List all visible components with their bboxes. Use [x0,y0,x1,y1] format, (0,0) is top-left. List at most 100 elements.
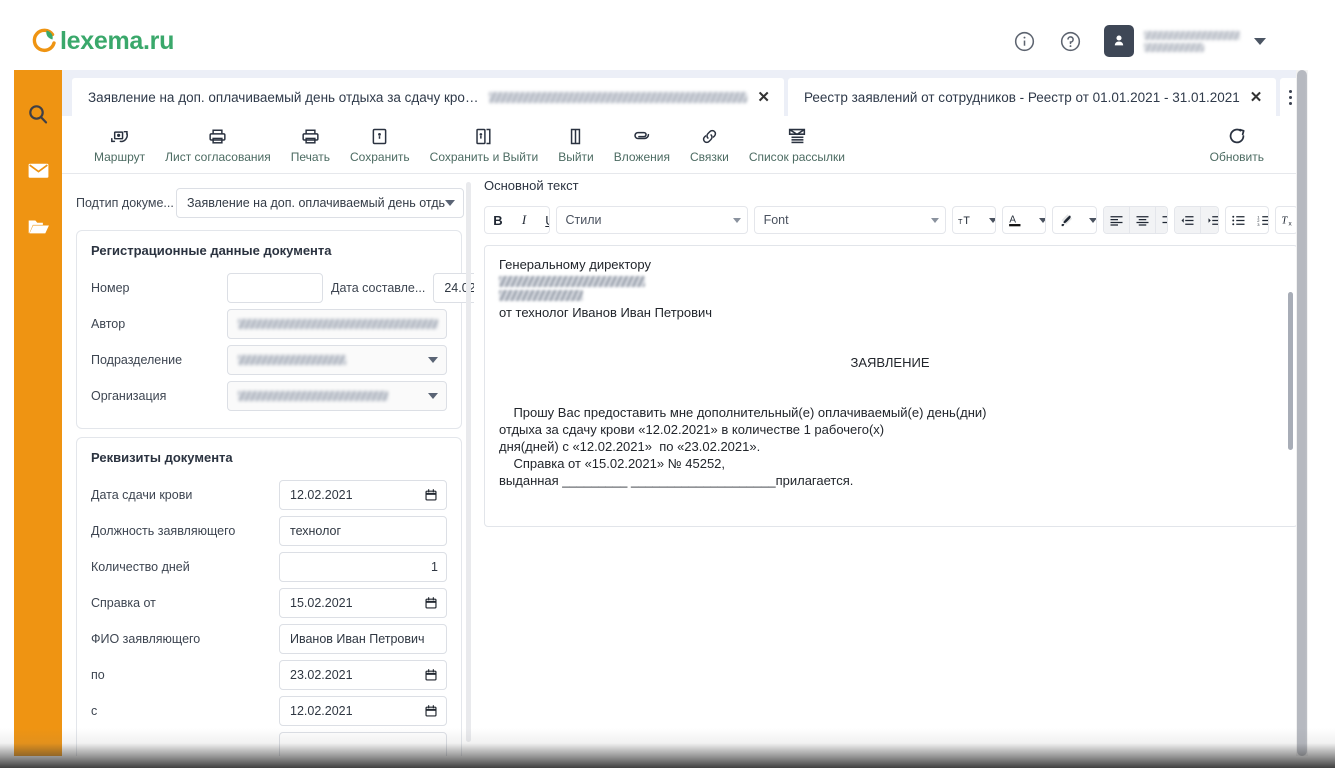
calendar-icon[interactable] [424,668,438,682]
editor-title: Основной текст [484,178,579,193]
font-dropdown[interactable]: Font [753,206,946,234]
toolbar-approval-sheet-button[interactable]: Лист согласования [155,125,281,164]
date-to-input[interactable]: 23.02.2021 [279,660,447,690]
position-label: Должность заявляющего [91,524,236,538]
chevron-down-icon [732,217,741,223]
text-editor-pane: Основной текст B I U Стили Font [474,174,1308,756]
sidebar-item-documents[interactable] [14,198,62,254]
toolbar-links-button[interactable]: Связки [680,125,739,164]
page-scrollbar-thumb[interactable] [1297,70,1307,756]
mail-icon [28,163,48,178]
text-color-caret-icon[interactable] [1029,207,1046,233]
text-color-group[interactable]: A [1001,206,1047,234]
toolbar-mailing-list-button[interactable]: Список рассылки [739,125,855,164]
avatar[interactable] [1104,25,1134,57]
date-from-row: с 12.02.2021 [91,693,447,729]
form-pane-scrollbar[interactable] [466,182,471,742]
date-from-input[interactable]: 12.02.2021 [279,696,447,726]
next-row-input[interactable] [279,732,447,756]
highlight-color-caret-icon[interactable] [1079,207,1096,233]
printer-icon [207,125,228,147]
tab-zayavlenie[interactable]: Заявление на доп. оплачиваемый день отды… [72,78,784,116]
calendar-icon[interactable] [424,704,438,718]
department-select[interactable] [227,345,447,375]
clear-formatting-icon[interactable]: T x [1276,207,1297,233]
date-to-value: 23.02.2021 [290,668,353,682]
sidebar-item-mail[interactable] [14,142,62,198]
author-input[interactable] [227,309,447,339]
applicant-name-value: Иванов Иван Петрович [290,632,425,646]
mail-list-icon [786,125,808,147]
text-color-icon[interactable]: A [1003,207,1029,233]
exit-door-icon [565,125,586,147]
chevron-down-icon [428,393,438,399]
font-size-icon[interactable]: T T [953,207,979,233]
toolbar-exit-button[interactable]: Выйти [548,125,604,164]
position-input[interactable]: технолог [279,516,447,546]
styles-dropdown[interactable]: Стили [555,206,748,234]
next-row-partial [91,729,447,756]
highlight-color-icon[interactable] [1053,207,1079,233]
calendar-icon[interactable] [424,596,438,610]
requisites-title: Реквизиты документа [91,450,233,465]
date-from-value: 12.02.2021 [290,704,353,718]
bullet-list-icon[interactable] [1226,207,1252,233]
italic-button[interactable]: I [511,207,537,233]
days-count-input[interactable]: 1 [279,552,447,582]
organization-select[interactable] [227,381,447,411]
underline-button[interactable]: U [537,207,548,233]
app-header: lexema.ru [14,12,1308,70]
toolbar-print-button[interactable]: Печать [281,125,340,164]
indent-icon[interactable] [1201,207,1218,233]
chevron-down-icon [445,200,455,206]
toolbar-save-button[interactable]: Сохранить [340,125,420,164]
applicant-name-input[interactable]: Иванов Иван Петрович [279,624,447,654]
font-size-caret-icon[interactable] [979,207,995,233]
certificate-date-row: Справка от 15.02.2021 [91,585,447,621]
align-right-icon[interactable] [1155,207,1168,233]
toolbar-label: Связки [689,150,729,164]
tab-reestr[interactable]: Реестр заявлений от сотрудников - Реестр… [788,78,1277,116]
date-from-label: с [91,704,98,718]
sidebar-item-search[interactable] [14,86,62,142]
user-menu[interactable] [1104,25,1266,57]
bold-button[interactable]: B [485,207,511,233]
document-text-area[interactable]: Генеральному директору от технолог Ивано… [484,245,1298,527]
numbered-list-icon[interactable]: 1 2 3 [1252,207,1268,233]
chevron-down-icon[interactable] [1254,37,1266,45]
align-left-icon[interactable] [1103,207,1130,233]
highlight-color-group[interactable] [1052,206,1097,234]
toolbar-label: Сохранить [350,150,410,164]
tab-close-icon[interactable]: ✕ [757,90,770,105]
certificate-date-input[interactable]: 15.02.2021 [279,588,447,618]
document-body: Прошу Вас предоставить мне дополнительны… [499,405,987,488]
subtype-row: Подтип докуме... Заявление на доп. оплач… [62,184,474,222]
document-scrollbar[interactable] [1288,292,1293,450]
logo-text: lexema.ru [60,26,175,55]
toolbar-save-and-exit-button[interactable]: Сохранить и Выйти [420,125,549,164]
applicant-name-row: ФИО заявляющего Иванов Иван Петрович [91,621,447,657]
printer-icon [300,125,321,147]
page-scrollbar-track[interactable] [1296,70,1308,756]
position-row: Должность заявляющего технолог [91,513,447,549]
toolbar-route-button[interactable]: Маршрут [84,125,155,164]
toolbar-refresh-button[interactable]: Обновить [1200,125,1274,164]
calendar-icon[interactable] [424,488,438,502]
chevron-down-icon [428,357,438,363]
certificate-date-label: Справка от [91,596,156,610]
align-center-icon[interactable] [1129,207,1156,233]
link-icon [699,125,720,147]
info-icon[interactable] [1012,29,1036,53]
blood-date-label: Дата сдачи крови [91,488,193,502]
number-input[interactable] [227,273,323,303]
tab-close-icon[interactable]: ✕ [1250,90,1263,105]
outdent-icon[interactable] [1175,207,1202,233]
clear-format-group: T x [1274,206,1299,234]
lexema-logo[interactable]: lexema.ru [30,21,174,61]
font-size-group[interactable]: T T [951,206,996,234]
blood-date-input[interactable]: 12.02.2021 [279,480,447,510]
document-heading: ЗАЯВЛЕНИЕ [850,355,930,370]
subtype-select[interactable]: Заявление на доп. оплачиваемый день отдь [176,188,464,218]
help-icon[interactable] [1058,29,1082,53]
toolbar-attachments-button[interactable]: Вложения [604,125,680,164]
